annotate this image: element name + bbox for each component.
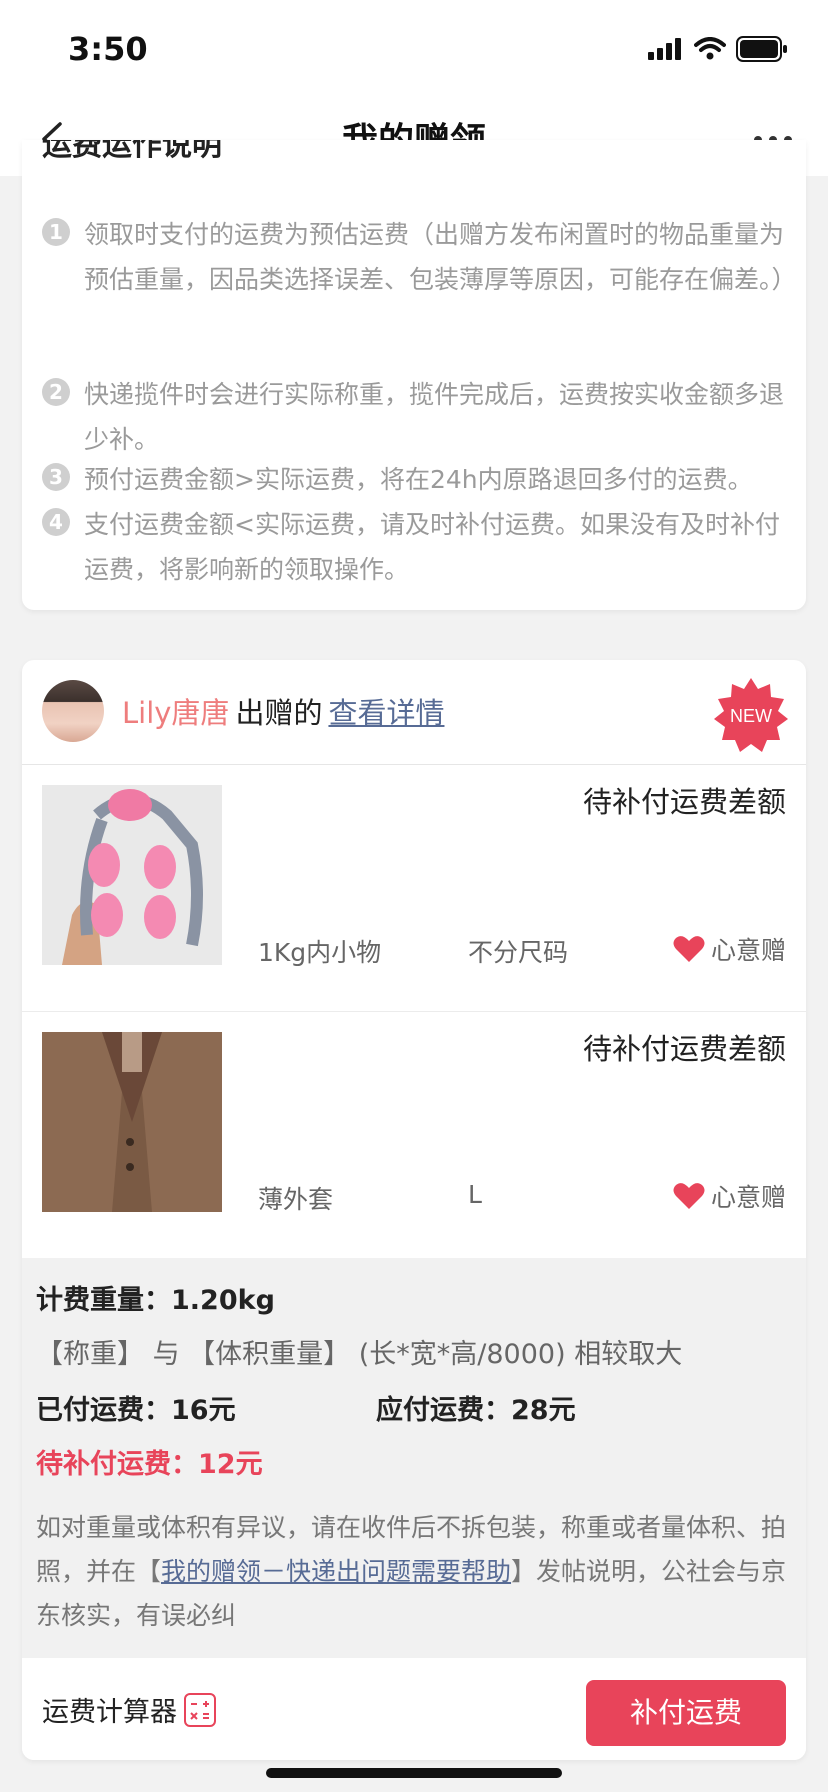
note-text: 预付运费金额>实际运费，将在24h内原路退回多付的运费。 [84, 465, 753, 494]
view-details-link[interactable]: 查看详情 [328, 696, 444, 730]
pending-fee-value: 12元 [198, 1449, 263, 1480]
item-thumbnail [42, 1032, 222, 1212]
due-fee-label: 应付运费： [376, 1395, 511, 1426]
wifi-icon [694, 37, 726, 60]
note-number: 3 [42, 463, 70, 491]
item-size: L [468, 1180, 482, 1209]
donor-line: Lily唐唐 出赠的 查看详情 [122, 690, 444, 732]
item-tag-label: 心意赠 [710, 1183, 786, 1212]
due-fee: 应付运费：28元 [376, 1388, 576, 1427]
shipping-notes-title: 运费运作说明 [42, 140, 222, 163]
status-time: 3:50 [68, 30, 148, 68]
note-item: 1 领取时支付的运费为预估运费（出赠方发布闲置时的物品重量为预估重量，因品类选择… [42, 212, 802, 347]
note-item: 4 支付运费金额<实际运费，请及时补付运费。如果没有及时补付运费，将影响新的领取… [42, 502, 802, 592]
billing-weight-value: 1.20kg [171, 1285, 275, 1316]
note-item: 3 预付运费金额>实际运费，将在24h内原路退回多付的运费。 [42, 457, 802, 502]
note-number: 1 [42, 218, 70, 246]
note-number: 4 [42, 508, 70, 536]
heart-icon [673, 1183, 705, 1209]
item-name: 薄外套 [258, 1185, 334, 1214]
shipping-calculator[interactable]: 运费计算器 [42, 1690, 217, 1729]
paid-fee-label: 已付运费： [36, 1395, 171, 1426]
calculator-label: 运费计算器 [42, 1697, 177, 1728]
item-tag: 心意赠 [673, 1178, 786, 1214]
item-name: 1Kg内小物 [258, 938, 382, 967]
shipping-notes-card: 运费运作说明 1 领取时支付的运费为预估运费（出赠方发布闲置时的物品重量为预估重… [22, 140, 806, 610]
item-thumbnail [42, 785, 222, 965]
paid-fee: 已付运费：16元 [36, 1388, 236, 1427]
item-tag: 心意赠 [673, 931, 786, 967]
item-size: 不分尺码 [468, 938, 569, 967]
due-fee-value: 28元 [511, 1395, 576, 1426]
help-link[interactable]: 我的赠领－快递出问题需要帮助 [161, 1557, 511, 1586]
new-badge: NEW [714, 678, 788, 752]
action-bar: 运费计算器 补付运费 [22, 1658, 806, 1760]
avatar[interactable] [42, 680, 104, 742]
battery-icon [736, 36, 787, 62]
status-icons [648, 36, 788, 62]
note-text: 支付运费金额<实际运费，请及时补付运费。如果没有及时补付运费，将影响新的领取操作… [84, 510, 780, 584]
donor-name[interactable]: Lily唐唐 [122, 696, 229, 730]
item-tag-label: 心意赠 [710, 936, 786, 965]
dispute-description: 如对重量或体积有异议，请在收件后不拆包装，称重或者量体积、拍照，并在【我的赠领－… [36, 1506, 792, 1638]
home-indicator[interactable] [266, 1768, 562, 1778]
paid-fee-value: 16元 [171, 1395, 236, 1426]
signal-icon [648, 38, 681, 60]
donor-suffix: 出赠的 [235, 696, 323, 730]
weight-rule: 【称重】 与 【体积重量】 (长*宽*高/8000) 相较取大 [36, 1339, 683, 1370]
status-bar: 3:50 [0, 0, 828, 100]
pay-shipping-button[interactable]: 补付运费 [586, 1680, 786, 1746]
fee-summary: 计费重量：1.20kg 【称重】 与 【体积重量】 (长*宽*高/8000) 相… [22, 1258, 806, 1658]
billing-weight: 计费重量：1.20kg [36, 1278, 275, 1317]
list-item[interactable]: 待补付运费差额 薄外套 L 心意赠 [22, 1012, 806, 1259]
item-status: 待补付运费差额 [582, 1032, 786, 1066]
list-item[interactable]: 待补付运费差额 1Kg内小物 不分尺码 心意赠 [22, 765, 806, 1012]
svg-text:NEW: NEW [730, 706, 772, 726]
order-card: Lily唐唐 出赠的 查看详情 NEW 待补付运费差额 1Kg内小物 不分尺码 心意… [22, 660, 806, 1760]
note-item: 2 快递揽件时会进行实际称重，揽件完成后，运费按实收金额多退少补。 [42, 372, 802, 462]
item-status: 待补付运费差额 [582, 785, 786, 819]
pending-fee: 待补付运费：12元 [36, 1442, 263, 1481]
note-number: 2 [42, 378, 70, 406]
billing-weight-label: 计费重量： [36, 1285, 171, 1316]
donor-row: Lily唐唐 出赠的 查看详情 NEW [22, 660, 806, 765]
note-text: 领取时支付的运费为预估运费（出赠方发布闲置时的物品重量为预估重量，因品类选择误差… [84, 220, 797, 294]
calculator-icon [184, 1692, 216, 1727]
note-text: 快递揽件时会进行实际称重，揽件完成后，运费按实收金额多退少补。 [84, 380, 785, 454]
heart-icon [673, 936, 705, 962]
pending-fee-label: 待补付运费： [36, 1449, 198, 1480]
